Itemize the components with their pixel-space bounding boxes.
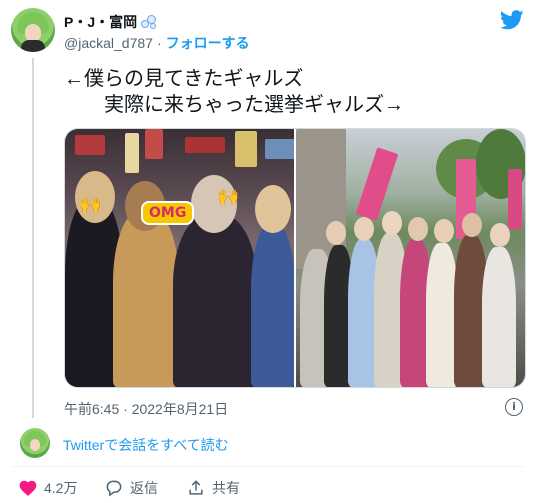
share-button[interactable]: 共有 [186,478,240,498]
omg-sticker: OMG [141,201,195,225]
tweet-card: P・J・富岡 @jackal_d787 · フォローする ←僕らの見てきたギャル… [0,0,536,503]
heart-icon [19,480,37,496]
hands-emoji-icon: 🙌 [79,194,102,214]
author-handle-row: @jackal_d787 · フォローする [64,33,250,53]
follow-button[interactable]: フォローする [166,33,250,53]
author-avatar[interactable] [11,8,55,52]
share-label: 共有 [212,480,240,496]
info-icon[interactable]: i [505,398,523,416]
author-display-name[interactable]: P・J・富岡 [64,12,137,32]
tweet-text-line-2: 実際に来ちゃった選挙ギャルズ→ [104,94,404,116]
twitter-bird-icon[interactable] [500,10,524,30]
photo-left[interactable]: 🙌 🙌 OMG [65,129,294,387]
reply-label: 返信 [130,480,158,496]
speech-bubble-icon [106,480,122,497]
author-avatar-small[interactable] [20,428,50,458]
like-count: 4.2万 [44,480,78,496]
divider [12,466,524,467]
hands-emoji-icon: 🙌 [217,186,240,206]
bubbles-emoji-icon [141,15,157,29]
separator-dot: · [156,35,162,51]
tweet-text: ←僕らの見てきたギャルズ 実際に来ちゃった選挙ギャルズ→ [64,66,404,118]
thread-line [32,58,34,418]
tweet-media: 🙌 🙌 OMG [64,128,526,388]
author-name-row[interactable]: P・J・富岡 [64,12,157,32]
reply-button[interactable]: 返信 [104,478,158,498]
photo-right[interactable] [296,129,525,387]
tweet-timestamp[interactable]: 午前6:45 · 2022年8月21日 [64,399,228,419]
author-handle[interactable]: @jackal_d787 [64,35,153,51]
share-upload-icon [189,480,203,495]
read-conversation-link[interactable]: Twitterで会話をすべて読む [63,435,229,455]
tweet-text-line-1: ←僕らの見てきたギャルズ [64,68,304,90]
like-button[interactable]: 4.2万 [18,478,77,498]
